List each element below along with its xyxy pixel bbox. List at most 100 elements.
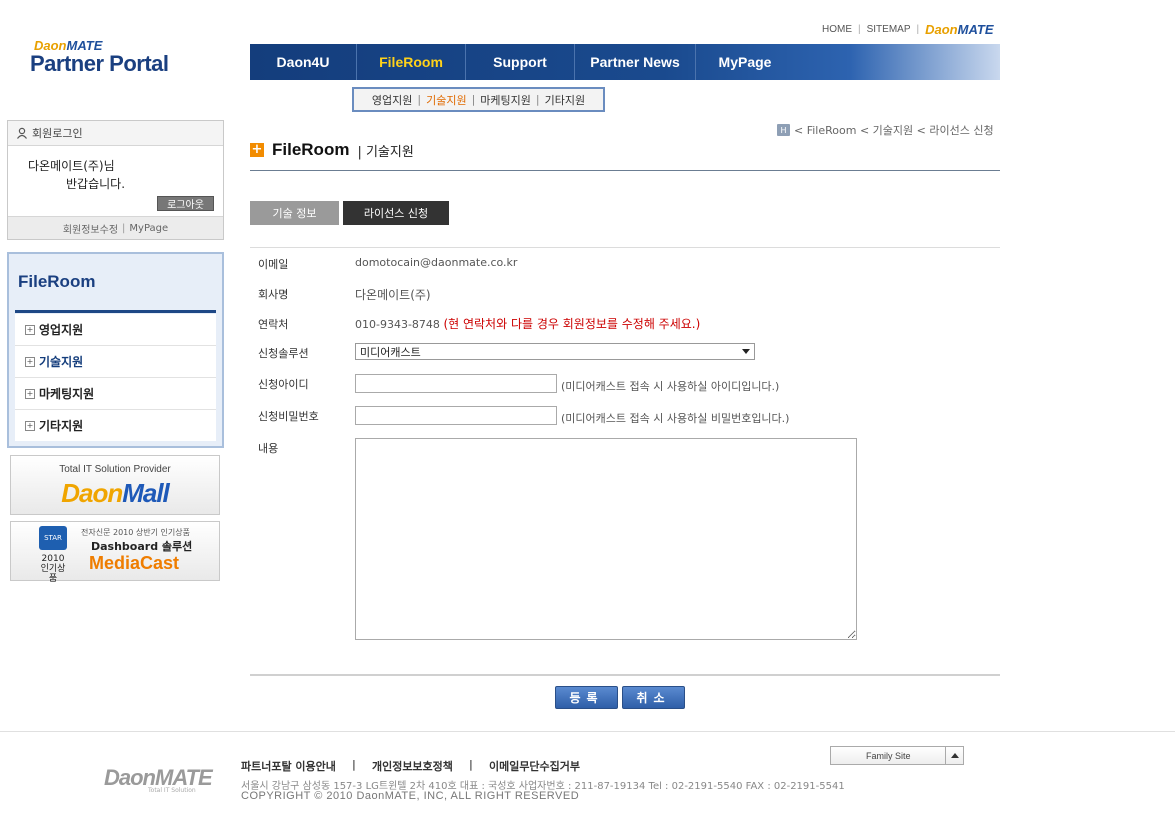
- home-link[interactable]: HOME: [822, 24, 852, 35]
- mypage-link[interactable]: MyPage: [129, 223, 168, 234]
- sitemap-link[interactable]: SITEMAP: [867, 24, 911, 35]
- divider: [15, 310, 216, 313]
- daonmall-banner[interactable]: Total IT Solution Provider DaonMall: [10, 455, 220, 515]
- logout-button[interactable]: 로그아웃: [157, 196, 214, 211]
- nav-support[interactable]: Support: [466, 44, 575, 80]
- user-icon: [17, 127, 27, 139]
- greeting-text: 반갑습니다.: [66, 177, 126, 191]
- home-icon[interactable]: H: [777, 124, 790, 136]
- subnav-sales-support[interactable]: 영업지원: [372, 92, 412, 108]
- fileroom-side-menu: FileRoom + 영업지원 + 기술지원 + 마케팅지원 + 기타지원: [7, 252, 224, 448]
- contact-warning: (현 연락처와 다를 경우 회원정보를 수정해 주세요.): [443, 317, 701, 331]
- tab-tech-info[interactable]: 기술 정보: [250, 201, 339, 225]
- page-title-sub: | 기술지원: [357, 144, 414, 160]
- email-value: domotocain@daonmate.co.kr: [355, 256, 518, 269]
- contact-value: 010-9343-8748: [355, 318, 440, 331]
- login-box: 회원로그인 다온메이트(주)님 반갑습니다. 로그아웃 회원정보수정 | MyP…: [7, 120, 224, 240]
- subnav-tech-support[interactable]: 기술지원: [426, 92, 466, 108]
- breadcrumb: H < FileRoom < 기술지원 < 라이선스 신청: [777, 122, 994, 138]
- banner-tagline: Total IT Solution Provider: [59, 464, 171, 475]
- edit-member-info-link[interactable]: 회원정보수정: [63, 221, 118, 236]
- side-menu-item-other[interactable]: + 기타지원: [15, 410, 216, 441]
- login-footer: 회원정보수정 | MyPage: [8, 216, 223, 239]
- footer-copyright: COPYRIGHT © 2010 DaonMATE, INC, ALL RIGH…: [241, 790, 580, 802]
- side-menu-list: + 영업지원 + 기술지원 + 마케팅지원 + 기타지원: [15, 314, 216, 441]
- company-label: 회사명: [258, 288, 289, 301]
- divider: |: [468, 758, 473, 771]
- plus-box-icon: +: [25, 356, 35, 367]
- request-password-label: 신청비밀번호: [258, 410, 319, 423]
- solution-label: 신청솔루션: [258, 347, 309, 360]
- footer-links: 파트너포탈 이용안내 | 개인정보보호정책 | 이메일무단수집거부: [241, 758, 580, 774]
- divider: |: [471, 93, 476, 106]
- nav-daon4u[interactable]: Daon4U: [250, 44, 357, 80]
- cancel-button[interactable]: 취소: [622, 686, 685, 709]
- subnav-marketing-support[interactable]: 마케팅지원: [480, 92, 531, 108]
- divider: |: [122, 222, 126, 234]
- submit-button[interactable]: 등록: [555, 686, 618, 709]
- plus-box-icon: +: [25, 324, 35, 335]
- nav-mypage[interactable]: MyPage: [696, 44, 794, 80]
- page-title: + FileRoom | 기술지원: [250, 140, 414, 160]
- top-links: HOME | SITEMAP | DaonMATE: [822, 22, 994, 37]
- divider: |: [417, 93, 422, 106]
- partner-portal-logo[interactable]: DaonMATE Partner Portal: [30, 38, 169, 75]
- footer-link-email-refusal[interactable]: 이메일무단수집거부: [489, 758, 580, 774]
- mediacast-banner[interactable]: STAR 2010 인기상품 전자신문 2010 상반기 인기상품 Dashboa…: [10, 521, 220, 584]
- tab-license-request[interactable]: 라이선스 신청: [343, 201, 449, 225]
- request-password-input[interactable]: [355, 406, 557, 425]
- email-label: 이메일: [258, 258, 289, 271]
- side-menu-title: FileRoom: [18, 272, 96, 291]
- daonmall-logo: DaonMall: [61, 478, 170, 508]
- plus-icon: +: [250, 142, 264, 157]
- login-header-label: 회원로그인: [32, 127, 83, 140]
- sub-nav: 영업지원 | 기술지원 | 마케팅지원 | 기타지원: [352, 87, 605, 112]
- footer-link-privacy[interactable]: 개인정보보호정책: [372, 758, 453, 774]
- side-menu-label: 영업지원: [39, 323, 84, 337]
- side-menu-item-sales[interactable]: + 영업지원: [15, 314, 216, 346]
- side-menu-label: 마케팅지원: [39, 387, 95, 401]
- contact-label: 연락처: [258, 318, 289, 331]
- family-site-select[interactable]: Family Site: [830, 746, 964, 765]
- daonmate-brand-link[interactable]: DaonMATE: [925, 22, 993, 37]
- request-id-label: 신청아이디: [258, 378, 309, 391]
- divider: |: [858, 24, 861, 35]
- request-id-input[interactable]: [355, 374, 557, 393]
- footer-link-guide[interactable]: 파트너포탈 이용안내: [241, 758, 336, 774]
- side-menu-item-marketing[interactable]: + 마케팅지원: [15, 378, 216, 410]
- page-title-main: FileRoom: [272, 140, 350, 159]
- user-name: 다온메이트(주)님: [28, 159, 115, 173]
- subnav-other-support[interactable]: 기타지원: [545, 92, 585, 108]
- plus-box-icon: +: [25, 420, 35, 431]
- family-site-label: Family Site: [866, 750, 911, 761]
- nav-partner-news[interactable]: Partner News: [575, 44, 696, 80]
- divider: [250, 247, 1000, 248]
- solution-select[interactable]: 미디어캐스트: [355, 343, 755, 360]
- banner-award-text: 전자신문 2010 상반기 인기상품: [81, 528, 190, 537]
- footer-divider: [0, 731, 1175, 732]
- breadcrumb-path: < FileRoom < 기술지원 < 라이선스 신청: [794, 124, 994, 137]
- divider: |: [351, 758, 356, 771]
- mediacast-logo: MediaCast: [89, 553, 180, 573]
- nav-fileroom[interactable]: FileRoom: [357, 44, 466, 80]
- main-nav: Daon4U FileRoom Support Partner News MyP…: [250, 44, 1000, 80]
- award-year: 2010 인기상품: [40, 554, 66, 584]
- content-textarea[interactable]: [355, 438, 857, 640]
- footer-logo-sub: Total IT Solution: [148, 787, 196, 794]
- login-header: 회원로그인: [8, 121, 223, 146]
- side-menu-item-tech[interactable]: + 기술지원: [15, 346, 216, 378]
- request-password-hint: (미디어캐스트 접속 시 사용하실 비밀번호입니다.): [561, 412, 790, 425]
- star-badge-icon: STAR: [39, 526, 67, 550]
- dropdown-arrow-icon: [742, 349, 750, 354]
- solution-selected-value: 미디어캐스트: [360, 345, 421, 359]
- divider: [250, 170, 1000, 171]
- divider: |: [535, 93, 540, 106]
- divider: [250, 674, 1000, 676]
- content-label: 내용: [258, 442, 279, 455]
- side-menu-label: 기타지원: [39, 419, 84, 433]
- plus-box-icon: +: [25, 388, 35, 399]
- divider: |: [916, 24, 920, 35]
- chevron-up-icon: [945, 747, 963, 764]
- logo-title: Partner Portal: [30, 51, 169, 76]
- banner-product-line: Dashboard 솔루션: [91, 540, 193, 553]
